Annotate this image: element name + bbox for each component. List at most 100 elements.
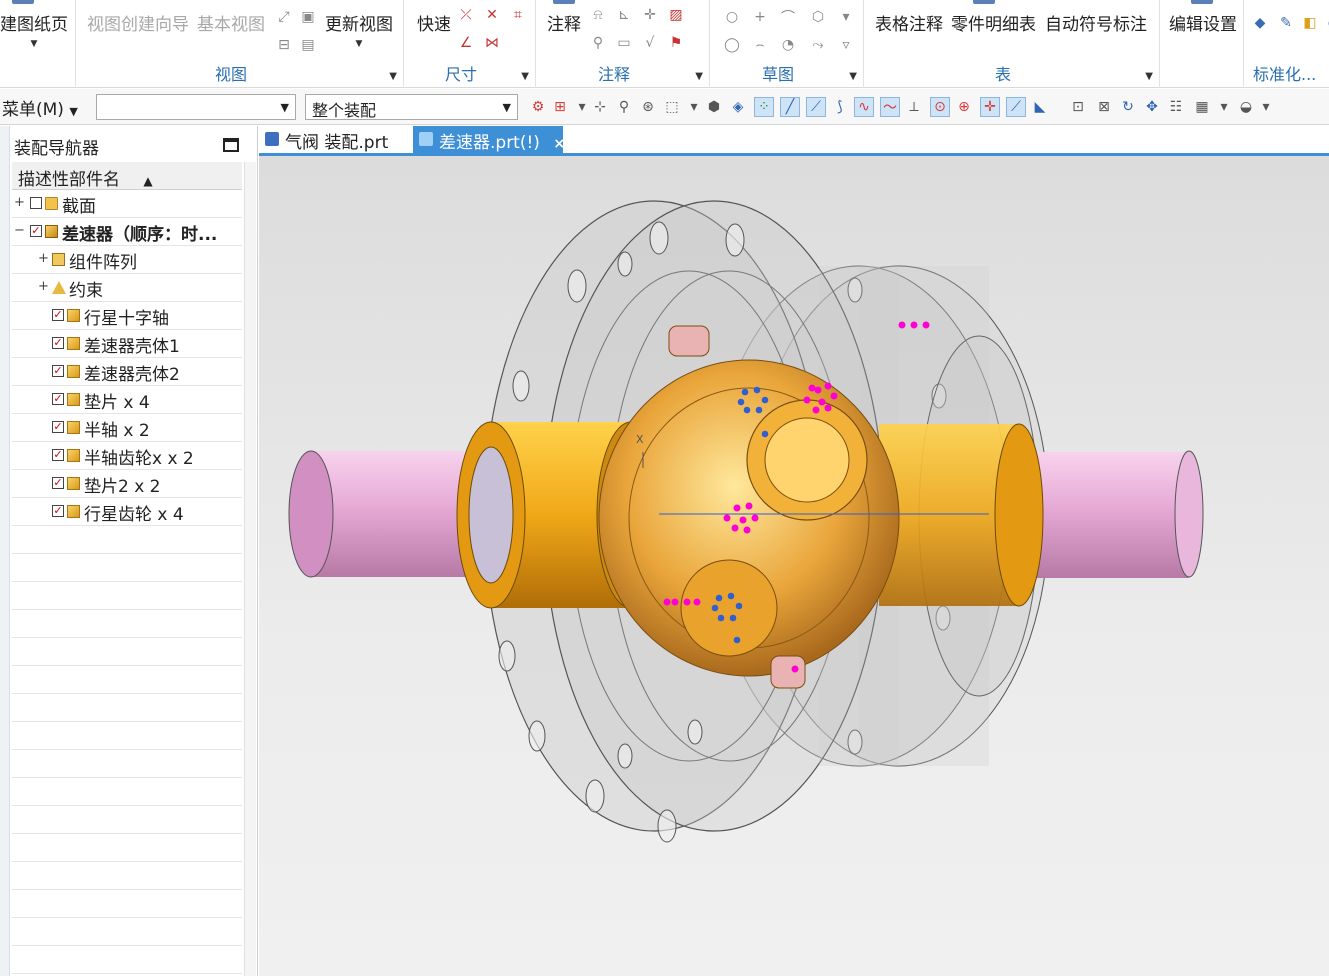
type-filter-select[interactable]: ▼	[96, 94, 296, 120]
linear-dimension-icon[interactable]: ⤫	[457, 6, 475, 24]
deselect-icon[interactable]: ⊹	[590, 97, 610, 117]
visibility-checkbox[interactable]: ✓	[52, 365, 64, 377]
perpendicular-icon[interactable]: ⟂	[904, 97, 924, 117]
visibility-checkbox[interactable]: ✓	[52, 449, 64, 461]
tree-row[interactable]: + 组件阵列	[12, 246, 242, 274]
image-icon[interactable]: ▭	[615, 34, 633, 52]
coordinate-dimension-icon[interactable]: ⌗	[509, 6, 527, 24]
tree-row[interactable]: − ✓ 差速器（顺序：时...	[12, 218, 242, 246]
intersection-point-icon[interactable]: ∿	[854, 97, 874, 117]
point-on-face-icon[interactable]: ◣	[1030, 97, 1050, 117]
gallery-icon[interactable]: ▿	[837, 36, 855, 54]
feature-control-icon[interactable]: ⍾	[589, 6, 607, 24]
note-button[interactable]: 注释	[547, 10, 581, 35]
circle-icon[interactable]: ○	[723, 8, 741, 26]
polygon-icon[interactable]: ⬡	[809, 8, 827, 26]
model-3d-view[interactable]: X	[259, 156, 1329, 976]
section-view-icon[interactable]: ⊟	[275, 36, 293, 54]
radial-dimension-icon[interactable]: ✕	[483, 6, 501, 24]
datum-icon[interactable]: ⊾	[615, 6, 633, 24]
center-mark-icon[interactable]: ✛	[641, 6, 659, 24]
pan-icon[interactable]: ✥	[1142, 97, 1162, 117]
curve-point-icon[interactable]: 〜	[880, 97, 900, 117]
visibility-checkbox[interactable]: ✓	[52, 337, 64, 349]
group-more-icon[interactable]: ▼	[1145, 71, 1153, 82]
select-all-icon[interactable]: ⊞	[550, 97, 570, 117]
group-more-icon[interactable]: ▼	[695, 71, 703, 82]
control-point-icon[interactable]: ⟆	[830, 97, 850, 117]
line-icon[interactable]: +	[751, 8, 769, 26]
tree-row[interactable]: ✓ 差速器壳体2	[12, 358, 242, 386]
expand-icon[interactable]: +	[38, 279, 49, 294]
arc-center-icon[interactable]: ⊙	[930, 97, 950, 117]
expand-icon[interactable]: +	[14, 195, 25, 210]
visibility-checkbox[interactable]: ✓	[52, 421, 64, 433]
group-more-icon[interactable]: ▼	[389, 71, 397, 82]
projected-view-icon[interactable]: ⤢	[275, 8, 293, 26]
tree-row[interactable]: ✓ 半轴 x 2	[12, 414, 242, 442]
tree-row[interactable]: ✓ 行星十字轴	[12, 302, 242, 330]
ellipse-icon[interactable]: ◯	[723, 36, 741, 54]
column-header-part-name[interactable]: 描述性部件名 ▲	[12, 162, 242, 190]
collapse-icon[interactable]: −	[14, 223, 25, 238]
auto-balloon-button[interactable]: 自动符号标注	[1045, 10, 1147, 35]
weld-symbol-icon[interactable]: ⚑	[667, 34, 685, 52]
mid-point-icon[interactable]: ⟋	[806, 97, 826, 117]
chevron-down-icon[interactable]: ▾	[684, 97, 704, 117]
visibility-checkbox[interactable]: ✓	[52, 393, 64, 405]
tree-row[interactable]: ✓ 差速器壳体1	[12, 330, 242, 358]
point-on-curve-icon[interactable]: ⟋	[1006, 97, 1026, 117]
tabular-note-button[interactable]: 表格注释	[875, 10, 943, 35]
chevron-down-icon[interactable]: ▾	[1256, 97, 1276, 117]
standard-tool-4-icon[interactable]: ◐	[1325, 14, 1329, 32]
standard-tool-2-icon[interactable]: ✎	[1277, 14, 1295, 32]
angular-dimension-icon[interactable]: ∠	[457, 34, 475, 52]
base-view-button[interactable]: 基本视图	[197, 10, 265, 35]
graphics-window[interactable]: X	[259, 156, 1329, 976]
chamfer-dimension-icon[interactable]: ⋈	[483, 34, 501, 52]
parts-list-button[interactable]: 零件明细表	[951, 10, 1036, 35]
visibility-checkbox[interactable]	[30, 197, 42, 209]
rotate-icon[interactable]: ↻	[1118, 97, 1138, 117]
tree-row[interactable]: ✓ 行星齿轮 x 4	[12, 498, 242, 526]
view-fit-icon[interactable]: ⊡	[1068, 97, 1088, 117]
filter-icon[interactable]: ⚙	[528, 97, 548, 117]
navigator-scrollbar[interactable]	[244, 162, 256, 976]
rapid-dimension-button[interactable]: 快速	[417, 10, 451, 35]
symbol-icon[interactable]: ⚲	[589, 34, 607, 52]
more-sketch-icon[interactable]: ▾	[837, 8, 855, 26]
layer-icon[interactable]: ☷	[1166, 97, 1186, 117]
rectangle-select-icon[interactable]: ⬚	[662, 97, 682, 117]
tree-row[interactable]: ✓ 垫片2 x 2	[12, 470, 242, 498]
chevron-down-icon[interactable]: ▾	[572, 97, 592, 117]
arc-icon[interactable]: ⌒	[779, 8, 797, 26]
solid-body-icon[interactable]: ⬢	[704, 97, 724, 117]
trim-icon[interactable]: ⤳	[809, 36, 827, 54]
selection-scope-select[interactable]: 整个装配 ▼	[305, 94, 518, 120]
visibility-checkbox[interactable]: ✓	[52, 477, 64, 489]
standard-tool-3-icon[interactable]: ◧	[1301, 14, 1319, 32]
visibility-checkbox[interactable]: ✓	[52, 505, 64, 517]
tree-row[interactable]: + 约束	[12, 274, 242, 302]
fillet-icon[interactable]: ◔	[779, 36, 797, 54]
visibility-checkbox[interactable]: ✓	[30, 225, 42, 237]
new-sheet-button[interactable]: 建图纸页 ▼	[0, 10, 68, 49]
close-icon[interactable]: ×	[553, 136, 565, 152]
snap-points-icon[interactable]: ⁘	[754, 97, 774, 117]
tab-differential[interactable]: 差速器.prt(!) ×	[413, 126, 565, 153]
tree-row[interactable]: ✓ 垫片 x 4	[12, 386, 242, 414]
update-view-button[interactable]: 更新视图 ▼	[325, 10, 393, 49]
edit-settings-button[interactable]: 编辑设置	[1169, 10, 1237, 35]
standard-tool-1-icon[interactable]: ◆	[1251, 14, 1269, 32]
visibility-checkbox[interactable]: ✓	[52, 309, 64, 321]
spline-icon[interactable]: ⌢	[751, 36, 769, 54]
break-view-icon[interactable]: ▤	[299, 36, 317, 54]
maximize-icon[interactable]	[223, 138, 239, 152]
expand-icon[interactable]: +	[38, 251, 49, 266]
surface-finish-icon[interactable]: √	[641, 34, 659, 52]
end-point-icon[interactable]: ╱	[780, 97, 800, 117]
group-more-icon[interactable]: ▼	[849, 71, 857, 82]
detail-view-icon[interactable]: ▣	[299, 8, 317, 26]
hatch-icon[interactable]: ▨	[667, 6, 685, 24]
render-style-icon[interactable]: ◒	[1236, 97, 1256, 117]
